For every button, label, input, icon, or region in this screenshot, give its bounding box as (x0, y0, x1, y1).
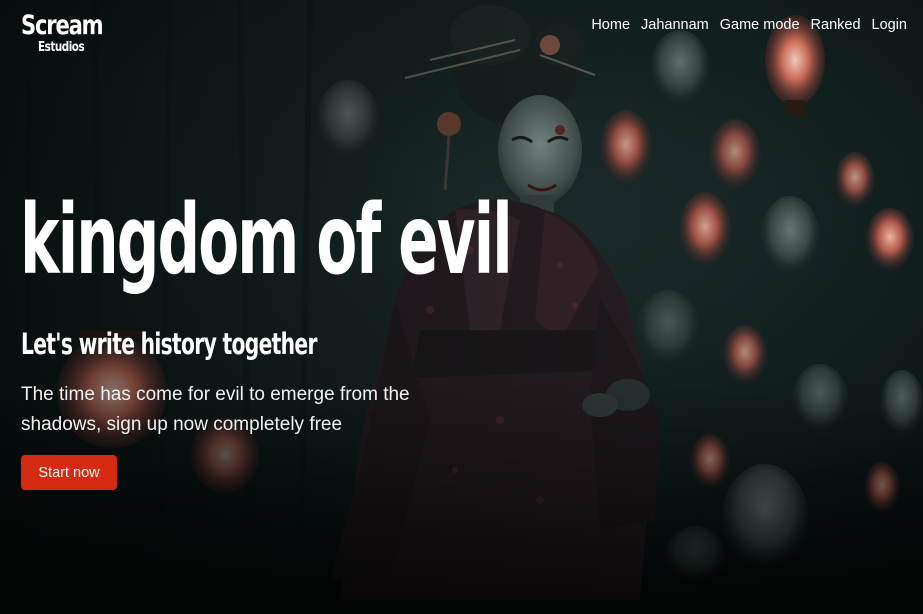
brand-logo[interactable]: Scream Estudios (21, 10, 104, 55)
brand-name: Scream (21, 10, 104, 41)
nav-item-home[interactable]: Home (591, 17, 630, 33)
brand-subname: Estudios (38, 40, 85, 55)
hero-headline: kingdom of evil (20, 184, 513, 296)
hero-background-image (0, 0, 923, 614)
hero-section: Scream Estudios Home Jahannam Game mode … (0, 0, 923, 614)
nav-item-ranked[interactable]: Ranked (811, 17, 861, 33)
hero-description: The time has come for evil to emerge fro… (21, 384, 410, 435)
nav-item-login[interactable]: Login (872, 17, 907, 33)
nav-item-jahannam[interactable]: Jahannam (641, 17, 709, 33)
hero-subheadline: Let's write history together (21, 327, 317, 361)
top-navigation: Home Jahannam Game mode Ranked Login (580, 17, 907, 33)
start-now-button[interactable]: Start now (21, 455, 117, 490)
nav-item-game-mode[interactable]: Game mode (720, 17, 800, 33)
